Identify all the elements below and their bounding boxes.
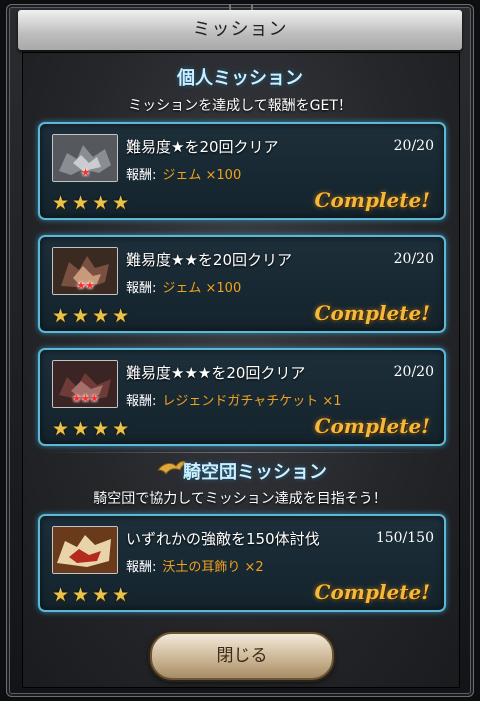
- reward-label: 報酬:: [126, 394, 157, 409]
- enemy-thumbnail: ★: [52, 134, 118, 182]
- section-divider: [38, 452, 442, 453]
- mission-title: 難易度★を20回クリア: [126, 138, 279, 156]
- star-rating: ★★★★: [52, 305, 133, 327]
- crew-heading: 騎空団ミッション: [183, 462, 327, 483]
- star-rating: ★★★★: [52, 584, 133, 606]
- reward-label: 報酬:: [126, 560, 157, 575]
- dialog-title: ミッション: [192, 19, 288, 40]
- reward-line: 報酬: ジェム ×100: [126, 277, 241, 296]
- star-rating: ★★★★: [52, 418, 133, 440]
- close-button[interactable]: 閉じる: [150, 632, 334, 680]
- mission-card-1[interactable]: ★ 難易度★を20回クリア 20/20 報酬: ジェム ×100 ★★★★ Com…: [38, 122, 446, 220]
- complete-label: Complete!: [314, 414, 430, 438]
- reward-value: ジェム ×100: [162, 281, 242, 296]
- reward-value: ジェム ×100: [162, 168, 242, 183]
- reward-line: 報酬: ジェム ×100: [126, 164, 241, 183]
- reward-label: 報酬:: [126, 168, 157, 183]
- mission-card-3[interactable]: ★★★ 難易度★★★を20回クリア 20/20 報酬: レジェンドガチャチケット …: [38, 348, 446, 446]
- reward-line: 報酬: レジェンドガチャチケット ×1: [126, 390, 342, 409]
- mission-card-2[interactable]: ★★ 難易度★★を20回クリア 20/20 報酬: ジェム ×100 ★★★★ C…: [38, 235, 446, 333]
- star-rating: ★★★★: [52, 192, 133, 214]
- complete-label: Complete!: [314, 580, 430, 604]
- personal-heading: 個人ミッション: [177, 68, 303, 89]
- reward-label: 報酬:: [126, 281, 157, 296]
- enemy-thumbnail: [52, 526, 118, 574]
- thumb-stars: ★★: [76, 279, 95, 292]
- thumb-stars: ★: [80, 166, 91, 179]
- enemy-art-icon: [53, 527, 117, 573]
- thumb-stars: ★★★: [71, 392, 100, 405]
- crew-description: 騎空団で協力してミッション達成を目指そう！: [93, 491, 387, 507]
- mission-progress: 20/20: [393, 364, 434, 380]
- mission-progress: 20/20: [393, 251, 434, 267]
- complete-label: Complete!: [314, 188, 430, 212]
- mission-title: いずれかの強敵を150体討伐: [126, 530, 320, 548]
- crew-mission-card[interactable]: いずれかの強敵を150体討伐 150/150 報酬: 沃土の耳飾り ×2 ★★★★…: [38, 514, 446, 612]
- enemy-thumbnail: ★★★: [52, 360, 118, 408]
- mission-title: 難易度★★を20回クリア: [126, 251, 292, 269]
- mission-progress: 150/150: [375, 530, 434, 546]
- enemy-thumbnail: ★★: [52, 247, 118, 295]
- title-bar: ミッション: [18, 10, 462, 50]
- reward-value: 沃土の耳飾り ×2: [162, 560, 264, 575]
- reward-line: 報酬: 沃土の耳飾り ×2: [126, 556, 264, 575]
- complete-label: Complete!: [314, 301, 430, 325]
- mission-title: 難易度★★★を20回クリア: [126, 364, 306, 382]
- reward-value: レジェンドガチャチケット ×1: [162, 394, 342, 409]
- personal-description: ミッションを達成して報酬をGET！: [128, 98, 352, 114]
- mission-progress: 20/20: [393, 138, 434, 154]
